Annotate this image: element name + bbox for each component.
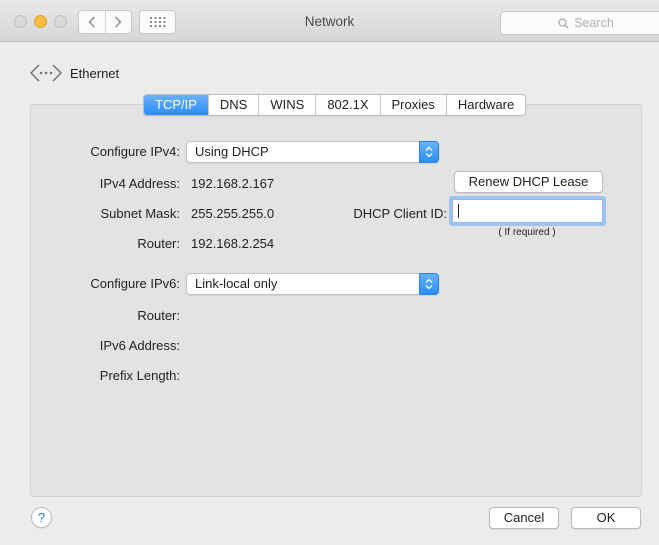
tab-bar: TCP/IP DNS WINS 802.1X Proxies Hardware (143, 94, 527, 116)
grid-icon (149, 17, 165, 27)
back-chevron-icon (88, 16, 95, 28)
nav-buttons (78, 10, 132, 34)
configure-ipv4-label: Configure IPv4: (90, 144, 180, 159)
ipv6-address-label: IPv6 Address: (99, 338, 180, 353)
ipv6-router-label: Router: (137, 308, 180, 323)
forward-button[interactable] (104, 11, 132, 33)
title-bar: Network Search (0, 0, 659, 42)
help-button[interactable]: ? (31, 507, 52, 528)
tab-wins[interactable]: WINS (258, 95, 315, 115)
minimize-window-button[interactable] (34, 15, 47, 28)
show-all-button[interactable] (139, 10, 176, 34)
prefix-length-label: Prefix Length: (99, 368, 180, 383)
ethernet-icon (30, 64, 62, 82)
popup-arrows-icon (419, 273, 439, 295)
configure-ipv6-value: Link-local only (195, 276, 278, 291)
tab-proxies[interactable]: Proxies (379, 95, 446, 115)
search-field[interactable]: Search (500, 11, 659, 35)
search-icon (558, 17, 569, 28)
text-caret (458, 204, 459, 218)
ipv4-address-value: 192.168.2.167 (191, 176, 275, 191)
tab-hardware[interactable]: Hardware (445, 95, 525, 115)
dhcp-client-id-hint: ( If required ) (498, 227, 556, 238)
tab-dns[interactable]: DNS (207, 95, 258, 115)
configure-ipv4-value: Using DHCP (195, 144, 269, 159)
back-button[interactable] (79, 11, 105, 33)
interface-name: Ethernet (70, 65, 120, 81)
router-label: Router: (137, 236, 180, 251)
subnet-mask-label: Subnet Mask: (100, 206, 181, 221)
configure-ipv4-popup[interactable]: Using DHCP (186, 141, 439, 163)
ipv4-address-label: IPv4 Address: (99, 176, 180, 191)
tab-8021x[interactable]: 802.1X (315, 95, 379, 115)
dhcp-client-id-label: DHCP Client ID: (353, 206, 447, 221)
zoom-window-button[interactable] (54, 15, 67, 28)
search-placeholder: Search (574, 16, 614, 30)
tab-tcpip[interactable]: TCP/IP (144, 95, 208, 115)
configure-ipv6-popup[interactable]: Link-local only (186, 273, 439, 295)
router-value: 192.168.2.254 (191, 236, 275, 251)
subnet-mask-value: 255.255.255.0 (191, 206, 275, 221)
cancel-button[interactable]: Cancel (489, 507, 559, 529)
close-window-button[interactable] (14, 15, 27, 28)
ok-button[interactable]: OK (571, 507, 641, 529)
popup-arrows-icon (419, 141, 439, 163)
renew-dhcp-lease-button[interactable]: Renew DHCP Lease (454, 171, 603, 193)
interface-header: Ethernet (30, 63, 119, 83)
forward-chevron-icon (115, 16, 122, 28)
configure-ipv6-label: Configure IPv6: (90, 276, 180, 291)
dhcp-client-id-input[interactable] (452, 199, 603, 223)
